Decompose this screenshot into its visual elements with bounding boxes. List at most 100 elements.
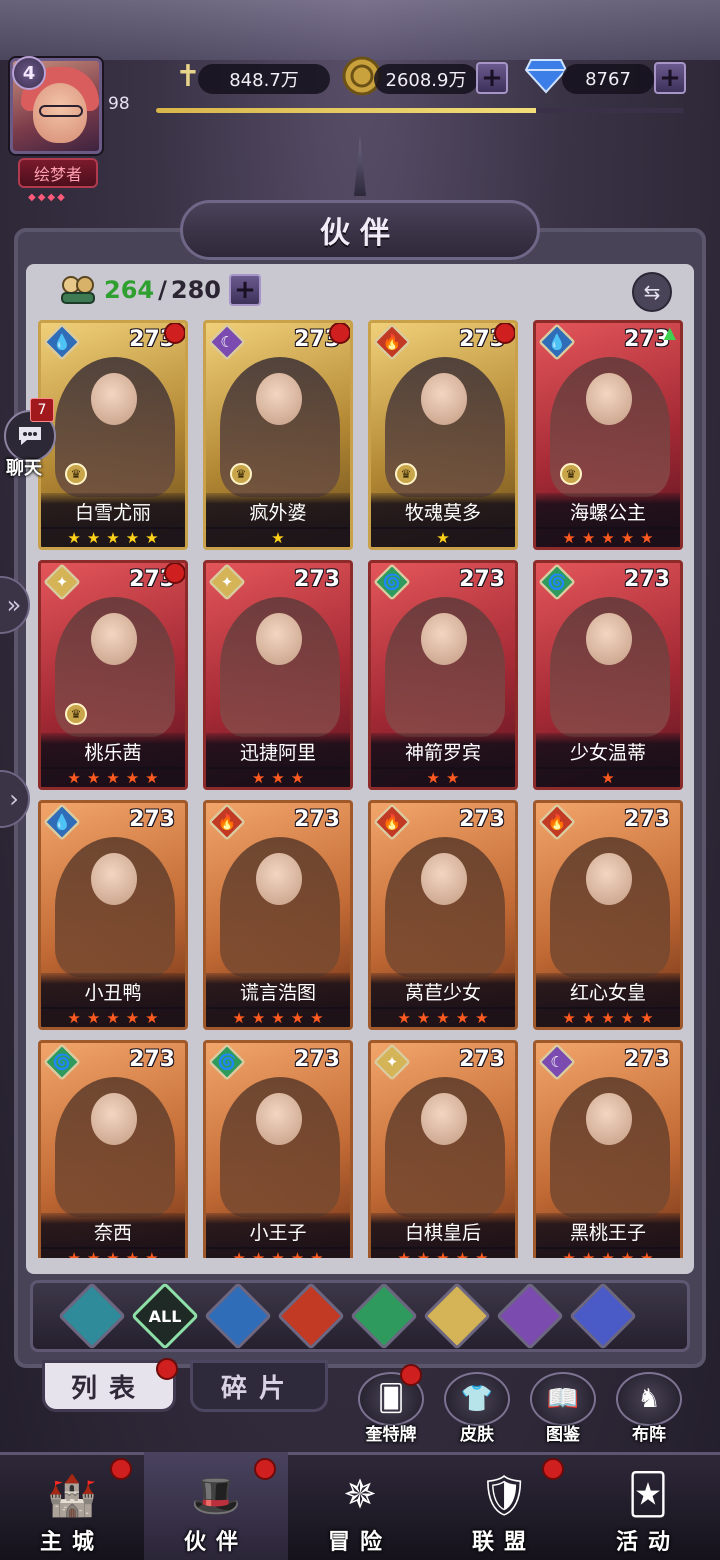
hero-card[interactable]: 🔥 273 ♛ 牧魂莫多 ★	[368, 320, 518, 550]
hero-portrait-face	[91, 853, 137, 905]
avatar-glasses	[39, 105, 83, 117]
hero-card[interactable]: ☾ 273 ♛ 疯外婆 ★	[203, 320, 353, 550]
nav-partners-notification-dot	[254, 1458, 276, 1480]
hero-card[interactable]: ✦ 273 白棋皇后 ★ ★ ★ ★ ★	[368, 1040, 518, 1258]
player-title-badge[interactable]: 绘梦者	[18, 158, 98, 188]
star-icon: ★	[436, 1249, 450, 1258]
hero-name: 牧魂莫多	[371, 493, 515, 529]
star-icon: ★	[86, 769, 101, 787]
star-icon: ★	[106, 769, 120, 787]
chess-icon[interactable]: ♞	[616, 1372, 682, 1426]
hero-portrait-face	[256, 853, 302, 905]
hero-card[interactable]: ✦ 273 ♛ 桃乐茜 ★ ★ ★ ★ ★	[38, 560, 188, 790]
hero-portrait-face	[91, 373, 137, 425]
star-icon: ★	[640, 529, 654, 547]
star-icon: ★	[106, 1009, 120, 1027]
formation-button-label[interactable]: 布阵	[609, 1420, 689, 1445]
hero-stars: ★ ★ ★ ★ ★	[41, 1007, 185, 1027]
hero-card[interactable]: 🌀 273 奈西 ★ ★ ★ ★ ★	[38, 1040, 188, 1258]
star-icon: ★	[455, 1249, 470, 1258]
shield-icon: 🛡	[478, 1472, 530, 1519]
hero-name: 疯外婆	[206, 493, 350, 529]
star-icon: ★	[67, 769, 81, 787]
star-icon: ★	[125, 769, 140, 787]
star-icon: ★	[620, 1009, 635, 1027]
star-icon: ★	[562, 529, 576, 547]
star-icon: ★	[620, 529, 635, 547]
hero-card[interactable]: 🌀 273 神箭罗宾 ★ ★	[368, 560, 518, 790]
hero-card[interactable]: 🌀 273 小王子 ★ ★ ★ ★ ★	[203, 1040, 353, 1258]
hero-stars: ★ ★ ★ ★ ★	[371, 1247, 515, 1258]
crown-icon: ♛	[65, 463, 87, 485]
skin-icon[interactable]: 👕	[444, 1372, 510, 1426]
star-icon: ★	[640, 1009, 654, 1027]
hero-card[interactable]: 🔥 273 莴苣少女 ★ ★ ★ ★ ★	[368, 800, 518, 1030]
notification-dot	[164, 323, 185, 344]
star-icon: ★	[416, 1249, 431, 1258]
tarot-notification-dot	[400, 1364, 422, 1386]
castle-icon: 🏰	[47, 1472, 97, 1519]
star-icon: ★	[125, 1009, 140, 1027]
star-icon: ★	[640, 1249, 654, 1258]
hero-stars: ★	[536, 767, 680, 787]
hero-level: 273	[459, 567, 505, 592]
star-icon: ★	[397, 1009, 411, 1027]
sort-toggle-icon[interactable]: ⇆	[632, 272, 672, 312]
hero-card[interactable]: 💧 273 ▲ ♛ 海螺公主 ★ ★ ★ ★ ★	[533, 320, 683, 550]
star-icon: ★	[475, 1249, 489, 1258]
tarot-button-label[interactable]: 奎特牌	[351, 1420, 431, 1445]
add-gold-button[interactable]: +	[476, 62, 508, 94]
hero-name: 少女温蒂	[536, 733, 680, 769]
diamond-value: 8767	[562, 64, 654, 94]
wind-element-glyph-icon: 🌀	[52, 1053, 72, 1071]
gold-value: 2608.9万	[374, 64, 478, 94]
partner-count-separator: /	[158, 276, 167, 304]
codex-button-label[interactable]: 图鉴	[523, 1420, 603, 1445]
star-icon: ★	[145, 1009, 159, 1027]
nav-city-notification-dot	[110, 1458, 132, 1480]
hero-card[interactable]: 💧 273 小丑鸭 ★ ★ ★ ★ ★	[38, 800, 188, 1030]
nav-partners-label: 伙伴	[183, 1530, 248, 1555]
light-element-glyph-icon: ✦	[385, 1053, 399, 1071]
wind-element-glyph-icon: 🌀	[547, 573, 567, 591]
crown-icon: ♛	[65, 703, 87, 725]
hero-card[interactable]: ✦ 273 迅捷阿里 ★ ★ ★	[203, 560, 353, 790]
panel-title: 伙伴	[180, 200, 540, 260]
compass-icon: ✵	[343, 1472, 377, 1518]
hero-name: 白棋皇后	[371, 1213, 515, 1249]
hero-card[interactable]: 🔥 273 红心女皇 ★ ★ ★ ★ ★	[533, 800, 683, 1030]
hero-card[interactable]: 🔥 273 谎言浩图 ★ ★ ★ ★ ★	[203, 800, 353, 1030]
nav-events[interactable]: 🃏 活动	[576, 1452, 720, 1560]
hero-card[interactable]: 🌀 273 少女温蒂 ★	[533, 560, 683, 790]
star-icon: ★	[271, 769, 285, 787]
skin-button-label[interactable]: 皮肤	[437, 1420, 517, 1445]
star-icon: ★	[232, 1009, 246, 1027]
partners-icon	[56, 273, 100, 307]
codex-icon[interactable]: 📖	[530, 1372, 596, 1426]
star-icon: ★	[601, 1009, 615, 1027]
star-icon: ★	[581, 529, 596, 547]
hero-card[interactable]: ☾ 273 黑桃王子 ★ ★ ★ ★ ★	[533, 1040, 683, 1258]
add-diamond-button[interactable]: +	[654, 62, 686, 94]
star-icon: ★	[290, 1009, 305, 1027]
star-icon: ★	[106, 1249, 120, 1258]
star-icon: ★	[86, 529, 101, 547]
water-element-glyph-icon: 💧	[547, 333, 567, 351]
hero-stars: ★ ★ ★ ★ ★	[536, 527, 680, 547]
expand-capacity-button[interactable]: +	[228, 274, 261, 306]
fire-element-glyph-icon: 🔥	[382, 333, 402, 351]
star-icon: ★	[436, 529, 450, 547]
hero-portrait-face	[421, 1093, 467, 1145]
water-element-glyph-icon: 💧	[52, 813, 72, 831]
tab-shards[interactable]: 碎片	[190, 1360, 328, 1412]
wind-element-glyph-icon: 🌀	[382, 573, 402, 591]
tab-list-notification-dot	[156, 1358, 178, 1380]
nav-adventure[interactable]: ✵ 冒险	[288, 1452, 432, 1560]
hero-level: 273	[294, 1047, 340, 1072]
chat-label[interactable]: 聊天	[6, 454, 42, 480]
hero-portrait-face	[586, 1093, 632, 1145]
hero-name: 白雪尤丽	[41, 493, 185, 529]
star-icon: ★	[581, 1249, 596, 1258]
hero-card[interactable]: 💧 273 ♛ 白雪尤丽 ★ ★ ★ ★ ★	[38, 320, 188, 550]
crown-icon: ♛	[230, 463, 252, 485]
